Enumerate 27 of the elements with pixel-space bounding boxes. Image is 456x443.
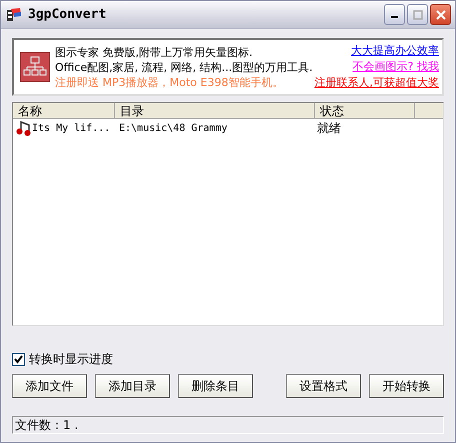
ad-link[interactable]: 注册联系人,可获超值大奖 bbox=[314, 75, 439, 91]
close-button[interactable] bbox=[430, 4, 451, 25]
ad-text: Office配图,家居, 流程, 网络, 结构...图型的万用工具. bbox=[55, 60, 314, 74]
show-progress-checkbox[interactable]: 转换时显示进度 bbox=[12, 351, 113, 368]
minimize-button[interactable] bbox=[384, 4, 405, 25]
app-icon bbox=[6, 6, 22, 22]
action-button[interactable]: 删除条目 bbox=[178, 374, 253, 398]
window-title: 3gpConvert bbox=[28, 7, 108, 22]
checkmark-icon bbox=[14, 355, 23, 364]
action-button[interactable]: 添加文件 bbox=[12, 374, 87, 398]
file-name: Its My lif... bbox=[32, 122, 110, 134]
ad-text: 注册即送 MP3播放器，Moto E398智能手机。 bbox=[55, 74, 284, 90]
ad-link[interactable]: 大大提高办公效率 bbox=[351, 43, 439, 59]
file-directory: E:\music\48 Grammy bbox=[118, 122, 228, 134]
action-button[interactable]: 设置格式 bbox=[286, 374, 361, 398]
column-header[interactable]: 目录 bbox=[115, 103, 315, 119]
org-chart-icon bbox=[20, 52, 50, 82]
file-status: 就绪 bbox=[316, 120, 342, 136]
ad-text: 图示专家 免费版,附带上万常用矢量图标. bbox=[55, 44, 254, 60]
status-bar: 文件数：1 . bbox=[12, 416, 444, 434]
close-icon bbox=[436, 10, 446, 20]
music-note-icon bbox=[16, 120, 32, 136]
maximize-icon bbox=[412, 10, 422, 20]
column-header[interactable]: 状态 bbox=[315, 103, 415, 119]
action-button[interactable]: 开始转换 bbox=[369, 374, 444, 398]
action-button[interactable]: 添加目录 bbox=[95, 374, 170, 398]
column-header[interactable]: 名称 bbox=[13, 103, 115, 119]
